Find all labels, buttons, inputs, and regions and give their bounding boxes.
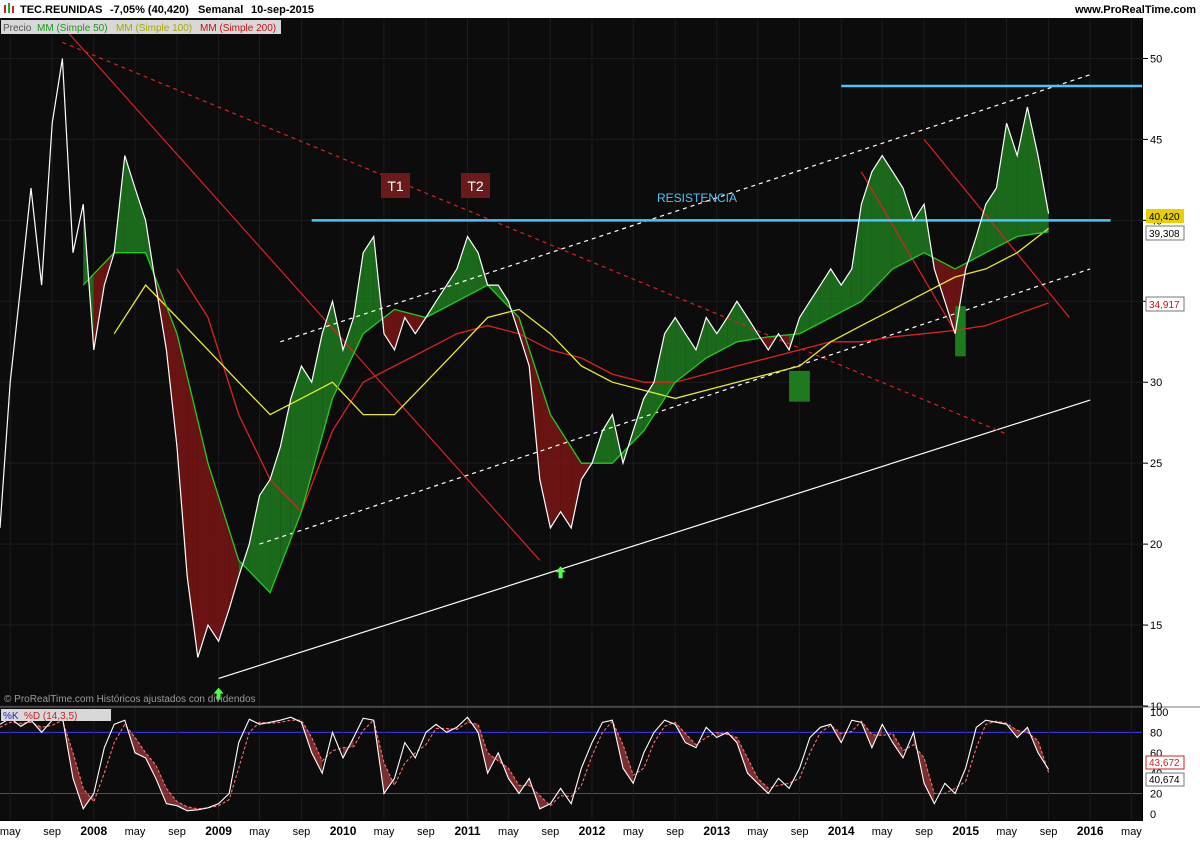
price-tick-label: 50 — [1150, 53, 1162, 65]
stoch-d-value: 40,674 — [1149, 775, 1180, 786]
price-tick-label: 30 — [1150, 377, 1162, 389]
time-tick-label: 2008 — [80, 824, 107, 838]
time-tick-label: sep — [43, 826, 61, 838]
site-label[interactable]: www.ProRealTime.com — [1074, 4, 1196, 16]
trend-fill-segment — [550, 414, 561, 528]
time-tick-label: may — [1121, 826, 1142, 838]
period-label[interactable]: Semanal — [198, 4, 243, 16]
t1-label: T1 — [387, 178, 404, 194]
watermark: © ProRealTime.com Históricos ajustados c… — [4, 694, 256, 705]
time-tick-label: may — [498, 826, 519, 838]
resistance-label: RESISTENCIA — [657, 191, 737, 205]
price-change: -7,05% (40,420) — [110, 4, 189, 16]
price-tick-label: 20 — [1150, 539, 1162, 551]
time-tick-label: sep — [791, 826, 809, 838]
time-tick-label: may — [747, 826, 768, 838]
time-tick-label: may — [996, 826, 1017, 838]
time-tick-label: 2016 — [1077, 824, 1104, 838]
last-price-value: 40,420 — [1149, 212, 1180, 223]
legend-mm200[interactable]: MM (Simple 200) — [200, 23, 276, 34]
time-tick-label: sep — [1040, 826, 1058, 838]
highlight-box — [789, 370, 810, 402]
time-tick-label: 2015 — [952, 824, 979, 838]
time-tick-label: 2012 — [579, 824, 606, 838]
time-tick-label: 2010 — [330, 824, 357, 838]
stoch-tick-label: 80 — [1150, 727, 1162, 739]
time-tick-label: may — [374, 826, 395, 838]
time-tick-label: may — [623, 826, 644, 838]
price-tick-label: 25 — [1150, 458, 1162, 470]
t2-label: T2 — [467, 178, 484, 194]
ticker-symbol[interactable]: TEC.REUNIDAS — [20, 4, 103, 16]
legend-mm50[interactable]: MM (Simple 50) — [37, 23, 108, 34]
time-tick-label: sep — [541, 826, 559, 838]
chart-svg: 101520253035404550 020406080100 maysep20… — [0, 0, 1200, 840]
chart-window: 101520253035404550 020406080100 maysep20… — [0, 0, 1200, 840]
stoch-k-label[interactable]: %K — [3, 711, 19, 722]
time-tick-label: sep — [915, 826, 933, 838]
time-tick-label: 2014 — [828, 824, 855, 838]
price-tick-label: 15 — [1150, 620, 1162, 632]
time-tick-label: sep — [666, 826, 684, 838]
time-tick-label: sep — [293, 826, 311, 838]
time-tick-label: sep — [417, 826, 435, 838]
time-tick-label: may — [0, 826, 21, 838]
time-tick-label: 2009 — [205, 824, 232, 838]
stoch-tick-label: 0 — [1150, 809, 1156, 821]
stoch-d-label[interactable]: %D (14,3,5) — [24, 711, 77, 722]
date-label: 10-sep-2015 — [251, 4, 314, 16]
time-tick-label: may — [125, 826, 146, 838]
trend-fill-segment — [871, 155, 883, 291]
price-tick-label: 45 — [1150, 134, 1162, 146]
time-tick-label: may — [872, 826, 893, 838]
trend-fill-segment — [882, 155, 893, 280]
mm200-value: 34,917 — [1149, 300, 1180, 311]
stoch-k-value: 43,672 — [1149, 758, 1180, 769]
stoch-tick-label: 100 — [1150, 707, 1168, 719]
time-tick-label: 2011 — [454, 824, 480, 838]
highlight-box — [955, 306, 966, 357]
time-tick-label: 2013 — [703, 824, 730, 838]
time-tick-label: may — [249, 826, 270, 838]
time-tick-label: sep — [168, 826, 186, 838]
mm50-value: 39,308 — [1149, 229, 1180, 240]
legend-mm100[interactable]: MM (Simple 100) — [116, 23, 192, 34]
legend-price[interactable]: Precio — [3, 23, 32, 34]
trend-fill-segment — [259, 479, 271, 593]
stoch-tick-label: 20 — [1150, 789, 1162, 801]
